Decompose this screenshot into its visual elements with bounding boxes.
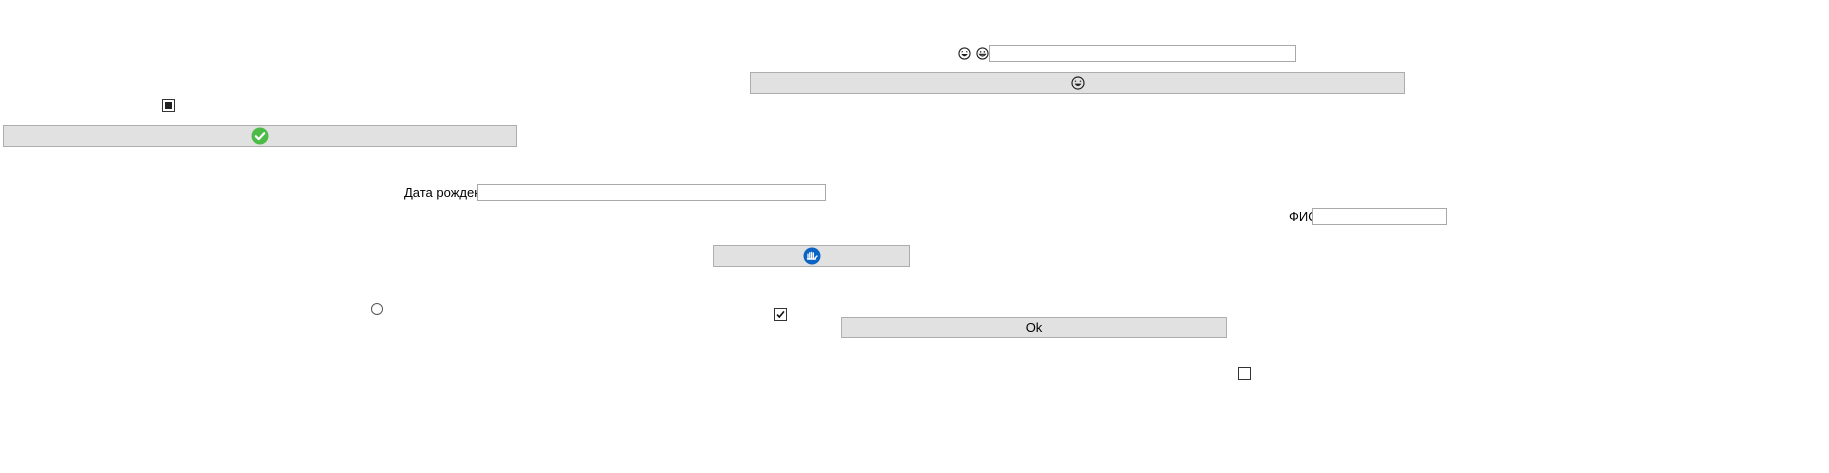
checked-checkbox[interactable]: [774, 308, 787, 321]
indeterminate-checkbox[interactable]: [162, 99, 175, 112]
radio-button[interactable]: [371, 303, 383, 315]
laughing-face-icon: [958, 47, 971, 60]
hand-button[interactable]: [713, 245, 910, 267]
blue-hand-icon: [803, 247, 820, 265]
emoji-button[interactable]: [750, 72, 1405, 94]
full-name-field[interactable]: [1312, 208, 1447, 225]
empty-checkbox[interactable]: [1238, 367, 1251, 380]
grinning-face-icon: [976, 47, 989, 60]
ok-button[interactable]: Ok: [841, 317, 1227, 338]
confirm-button[interactable]: [3, 125, 517, 147]
birth-date-field[interactable]: [477, 184, 826, 201]
checkmark-icon: [776, 310, 785, 319]
checkbox-fill: [165, 102, 172, 109]
emoji-text-field[interactable]: [989, 45, 1296, 62]
laughing-face-icon: [1070, 76, 1085, 90]
green-checkmark-icon: [251, 127, 269, 145]
